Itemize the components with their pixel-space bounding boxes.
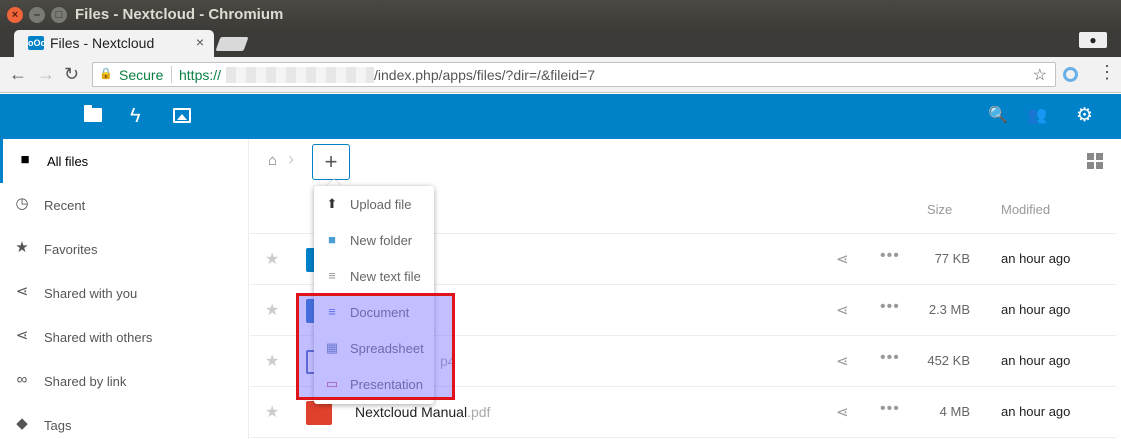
link-icon: ∞ bbox=[16, 371, 28, 388]
tag-icon: ◆ bbox=[16, 415, 28, 432]
address-separator bbox=[171, 66, 172, 83]
sidebar-item-label: Favorites bbox=[44, 242, 98, 257]
file-size: 4 MB bbox=[939, 404, 970, 419]
highlight-box bbox=[296, 293, 455, 400]
sidebar-item-all-files[interactable]: ■ All files bbox=[0, 139, 249, 183]
window-maximize-button[interactable]: □ bbox=[51, 7, 67, 23]
settings-icon[interactable]: ⚙ bbox=[1076, 104, 1093, 127]
menu-item-new-text-file[interactable]: ≡ New text file bbox=[314, 258, 434, 294]
lock-icon: 🔒 bbox=[99, 68, 113, 80]
share-icon[interactable]: ⋖ bbox=[836, 250, 849, 268]
file-modified: an hour ago bbox=[1001, 302, 1071, 317]
menu-item-label: New text file bbox=[350, 269, 421, 284]
file-size: 452 KB bbox=[927, 353, 970, 368]
menu-item-label: New folder bbox=[350, 233, 413, 248]
file-name[interactable]: Nextcloud Manual.pdf bbox=[355, 404, 490, 420]
sidebar-item-recent[interactable]: ◷ Recent bbox=[0, 183, 249, 227]
sidebar-item-label: Recent bbox=[44, 198, 86, 213]
window-title: Files - Nextcloud - Chromium bbox=[75, 6, 284, 23]
folder-icon: ■ bbox=[20, 151, 30, 168]
extension-icon[interactable] bbox=[1063, 67, 1078, 82]
sidebar-item-tags[interactable]: ◆ Tags bbox=[0, 403, 249, 439]
menu-item-new-folder[interactable]: ■ New folder bbox=[314, 222, 434, 258]
tab-close-icon[interactable]: × bbox=[196, 34, 204, 50]
column-header-modified[interactable]: Modified bbox=[1001, 202, 1050, 217]
app-navigation: ■ All files ◷ Recent ★ Favorites ⋖ Share… bbox=[0, 139, 249, 439]
more-actions-icon[interactable]: ••• bbox=[880, 298, 900, 316]
more-actions-icon[interactable]: ••• bbox=[880, 349, 900, 367]
star-icon: ★ bbox=[15, 239, 29, 256]
favorite-star-icon[interactable]: ★ bbox=[265, 402, 279, 422]
back-icon[interactable]: ← bbox=[9, 64, 27, 85]
sidebar-item-label: Shared with others bbox=[44, 330, 153, 345]
url-path: /index.php/apps/files/?dir=/&fileid=7 bbox=[374, 67, 596, 83]
bookmark-star-icon[interactable]: ☆ bbox=[1033, 65, 1047, 85]
share-icon[interactable]: ⋖ bbox=[836, 352, 849, 370]
menu-item-label: Upload file bbox=[350, 197, 412, 212]
window-close-button[interactable]: × bbox=[7, 7, 23, 23]
file-modified: an hour ago bbox=[1001, 251, 1071, 266]
breadcrumb-separator: › bbox=[288, 149, 294, 169]
reload-icon[interactable]: ↻ bbox=[64, 64, 79, 85]
sidebar-item-label: Tags bbox=[44, 418, 72, 433]
home-icon[interactable]: ⌂ bbox=[268, 152, 277, 169]
window-titlebar: × – □ Files - Nextcloud - Chromium bbox=[0, 0, 1121, 30]
text-file-icon: ≡ bbox=[328, 268, 336, 283]
clock-icon: ◷ bbox=[15, 195, 29, 212]
tab-strip: oOo Files - Nextcloud × ● bbox=[0, 30, 1121, 57]
upload-icon: ⬆ bbox=[326, 196, 338, 211]
browser-menu-icon[interactable]: ⋮ bbox=[1098, 63, 1116, 81]
url-host-redacted bbox=[226, 67, 374, 83]
browser-toolbar: ← → ↻ 🔒 Secure https:// /index.php/apps/… bbox=[0, 57, 1121, 93]
folder-icon: ■ bbox=[328, 232, 336, 247]
menu-item-upload-file[interactable]: ⬆ Upload file bbox=[314, 186, 434, 222]
browser-tab[interactable]: oOo Files - Nextcloud × bbox=[14, 30, 214, 57]
favorite-star-icon[interactable]: ★ bbox=[265, 351, 279, 371]
share-icon: ⋖ bbox=[15, 327, 29, 344]
file-size: 2.3 MB bbox=[928, 302, 970, 317]
favorite-star-icon[interactable]: ★ bbox=[265, 249, 279, 269]
sidebar-item-label: All files bbox=[47, 154, 89, 169]
file-modified: an hour ago bbox=[1001, 353, 1071, 368]
share-icon: ⋖ bbox=[15, 283, 29, 300]
activity-icon[interactable]: ϟ bbox=[130, 105, 154, 127]
nextcloud-header: ϟ 🔍 👥 ⚙ bbox=[0, 94, 1121, 139]
sidebar-item-shared-with-you[interactable]: ⋖ Shared with you bbox=[0, 271, 249, 315]
window-minimize-button[interactable]: – bbox=[29, 7, 45, 23]
file-size: 77 KB bbox=[934, 251, 970, 266]
new-button[interactable]: + bbox=[312, 144, 350, 180]
sidebar-item-favorites[interactable]: ★ Favorites bbox=[0, 227, 249, 271]
files-icon[interactable] bbox=[84, 105, 108, 127]
sidebar-item-shared-with-others[interactable]: ⋖ Shared with others bbox=[0, 315, 249, 359]
pdf-icon bbox=[306, 401, 332, 425]
sidebar-item-label: Shared with you bbox=[44, 286, 138, 301]
url-scheme: https:// bbox=[179, 67, 222, 83]
share-icon[interactable]: ⋖ bbox=[836, 403, 849, 421]
more-actions-icon[interactable]: ••• bbox=[880, 400, 900, 418]
profile-icon[interactable]: ● bbox=[1079, 32, 1107, 48]
share-icon[interactable]: ⋖ bbox=[836, 301, 849, 319]
new-tab-button[interactable] bbox=[215, 37, 249, 51]
search-icon[interactable]: 🔍 bbox=[988, 105, 1008, 125]
tab-title: Files - Nextcloud bbox=[50, 35, 155, 51]
sidebar-item-label: Shared by link bbox=[44, 374, 127, 389]
file-modified: an hour ago bbox=[1001, 404, 1071, 419]
forward-icon[interactable]: → bbox=[37, 64, 55, 85]
address-bar[interactable]: 🔒 Secure https:// /index.php/apps/files/… bbox=[92, 62, 1056, 87]
column-header-size[interactable]: Size bbox=[927, 202, 952, 217]
secure-label: Secure bbox=[119, 67, 164, 83]
grid-view-icon[interactable] bbox=[1087, 153, 1103, 169]
sidebar-item-shared-by-link[interactable]: ∞ Shared by link bbox=[0, 359, 249, 403]
more-actions-icon[interactable]: ••• bbox=[880, 247, 900, 265]
gallery-icon[interactable] bbox=[172, 105, 196, 127]
contacts-icon[interactable]: 👥 bbox=[1027, 105, 1047, 125]
nextcloud-favicon-icon: oOo bbox=[28, 36, 46, 50]
favorite-star-icon[interactable]: ★ bbox=[265, 300, 279, 320]
